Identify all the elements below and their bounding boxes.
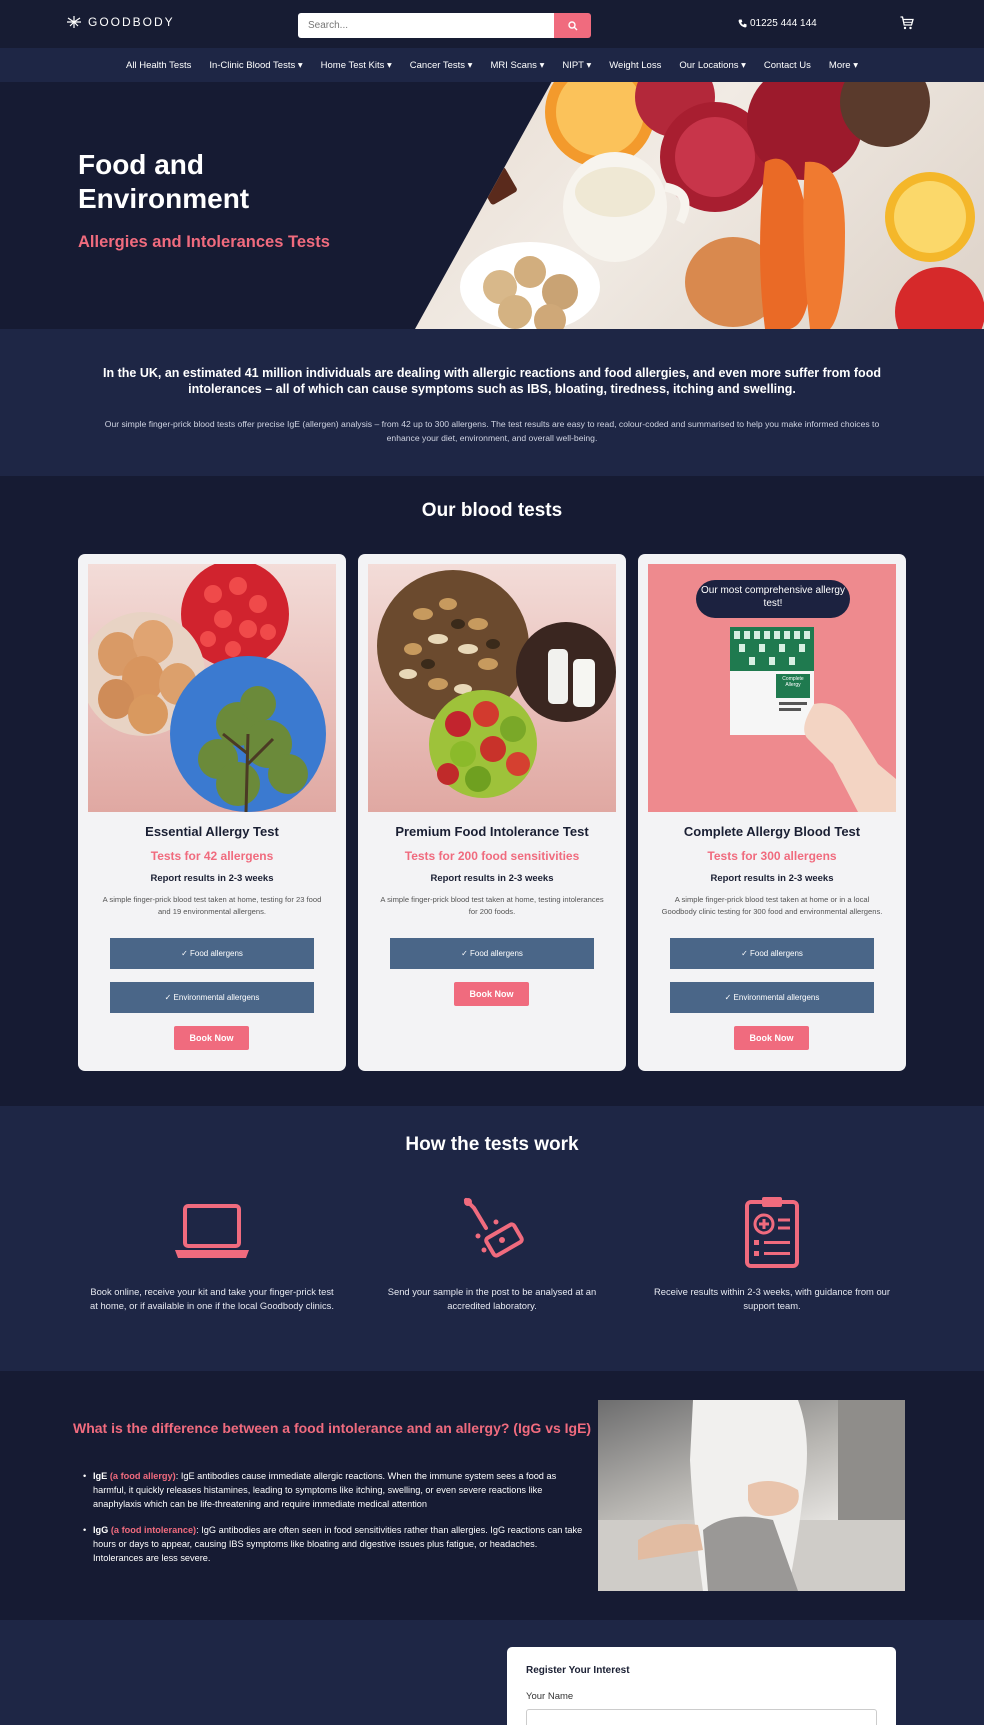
difference-list: IgE (a food allergy): IgE antibodies cau… (83, 1469, 583, 1577)
cart-button[interactable] (900, 16, 914, 35)
how-step-results: Receive results within 2-3 weeks, with g… (647, 1194, 897, 1313)
card-report: Report results in 2-3 weeks (430, 873, 554, 884)
sample-test-icon (464, 1197, 524, 1258)
name-field[interactable] (526, 1709, 877, 1725)
hero-food-image (415, 82, 984, 329)
section-title: How the tests work (405, 1134, 579, 1155)
nav-contact-us[interactable]: Contact Us (755, 60, 820, 71)
book-now-button[interactable]: Book Now (454, 982, 529, 1006)
complete-test-image: Our most comprehensive allergy test! Com… (648, 564, 896, 812)
search-button[interactable] (554, 13, 591, 38)
phone-icon (738, 19, 747, 28)
card-subtitle: Tests for 300 allergens (707, 849, 837, 863)
food-allergens-toggle[interactable]: ✓ Food allergens (670, 938, 874, 969)
card-title: Complete Allergy Blood Test (683, 824, 861, 839)
igg-vs-ige-section: What is the difference between a food in… (0, 1371, 984, 1620)
card-description: A simple finger-prick blood test taken a… (380, 895, 604, 916)
card-description: A simple finger-prick blood test taken a… (102, 895, 322, 916)
name-label: Your Name (526, 1691, 574, 1702)
test-card-complete: Our most comprehensive allergy test! Com… (638, 554, 906, 1071)
nav-cancer-tests[interactable]: Cancer Tests ▾ (401, 60, 482, 71)
book-now-button[interactable]: Book Now (174, 1026, 249, 1050)
how-step-book: Book online, receive your kit and take y… (87, 1194, 337, 1313)
stomach-pain-photo (598, 1400, 905, 1591)
how-step-text: Book online, receive your kit and take y… (90, 1286, 334, 1311)
intro-lead: In the UK, an estimated 41 million indiv… (103, 366, 881, 396)
environmental-allergens-toggle[interactable]: ✓ Environmental allergens (110, 982, 314, 1013)
environmental-allergens-toggle[interactable]: ✓ Environmental allergens (670, 982, 874, 1013)
search-icon (567, 20, 577, 30)
how-step-text: Send your sample in the post to be analy… (387, 1286, 597, 1311)
phone-number: 01225 444 144 (750, 18, 817, 29)
logo-text: GOODBODY (88, 15, 175, 29)
card-description: A simple finger-prick blood test taken a… (661, 895, 883, 916)
register-section: Register Your Interest Your Name (0, 1620, 984, 1725)
test-card-essential: Essential Allergy Test Tests for 42 alle… (78, 554, 346, 1071)
nav-nipt[interactable]: NIPT ▾ (553, 60, 600, 71)
card-title: Premium Food Intolerance Test (395, 824, 589, 839)
how-step-send: Send your sample in the post to be analy… (367, 1194, 617, 1313)
blood-tests-section: Our blood tests Essential Allergy Test T… (0, 476, 984, 1106)
premium-test-image (368, 564, 616, 812)
allergens-collage (88, 564, 326, 812)
card-report: Report results in 2-3 weeks (710, 873, 834, 884)
form-title: Register Your Interest (526, 1665, 630, 1676)
nav-our-locations[interactable]: Our Locations ▾ (670, 60, 755, 71)
card-report: Report results in 2-3 weeks (150, 873, 274, 884)
essential-test-image (88, 564, 336, 812)
food-collage (377, 570, 616, 798)
how-tests-work-section: How the tests work Book online, receive … (0, 1106, 984, 1371)
search-input[interactable] (298, 13, 554, 38)
food-allergens-toggle[interactable]: ✓ Food allergens (110, 938, 314, 969)
card-title: Essential Allergy Test (145, 824, 279, 839)
logo[interactable]: GOODBODY (66, 15, 175, 29)
kit-box-label: Complete Allergy (782, 676, 804, 688)
nav-in-clinic-blood-tests[interactable]: In-Clinic Blood Tests ▾ (200, 60, 311, 71)
nav-mri-scans[interactable]: MRI Scans ▾ (481, 60, 553, 71)
medical-clipboard-icon (745, 1196, 799, 1268)
how-step-text: Receive results within 2-3 weeks, with g… (653, 1286, 891, 1311)
card-subtitle: Tests for 200 food sensitivities (404, 849, 580, 863)
list-item: IgG (a food intolerance): IgG antibodies… (83, 1523, 583, 1565)
food-allergens-toggle[interactable]: ✓ Food allergens (390, 938, 594, 969)
nav-all-health-tests[interactable]: All Health Tests (117, 60, 200, 71)
phone-link[interactable]: 01225 444 144 (738, 18, 817, 29)
laptop-icon (175, 1203, 249, 1258)
list-item: IgE (a food allergy): IgE antibodies cau… (83, 1469, 583, 1511)
search-bar (298, 13, 591, 38)
hero-title: Food and Environment (78, 149, 250, 214)
comprehensive-badge: Our most comprehensive allergy test! (701, 585, 845, 609)
book-now-button[interactable]: Book Now (734, 1026, 809, 1050)
hero-subtitle: Allergies and Intolerances Tests (78, 233, 330, 251)
main-nav: All Health Tests In-Clinic Blood Tests ▾… (0, 48, 984, 82)
register-form: Register Your Interest Your Name (507, 1647, 896, 1725)
intro-section: In the UK, an estimated 41 million indiv… (0, 329, 984, 476)
intro-body: Our simple finger-prick blood tests offe… (104, 419, 880, 443)
nav-weight-loss[interactable]: Weight Loss (600, 60, 670, 71)
difference-title: What is the difference between a food in… (73, 1420, 592, 1436)
cannabis-leaf-icon (67, 16, 81, 28)
nav-home-test-kits[interactable]: Home Test Kits ▾ (312, 60, 401, 71)
nav-more[interactable]: More ▾ (820, 60, 867, 71)
cart-icon (900, 16, 914, 30)
card-subtitle: Tests for 42 allergens (150, 849, 274, 863)
top-bar: GOODBODY 01225 444 144 (0, 0, 984, 48)
food-illustration (460, 82, 984, 329)
hero-banner: Food and Environment Allergies and Intol… (0, 82, 984, 329)
section-title: Our blood tests (421, 500, 563, 521)
test-card-premium: Premium Food Intolerance Test Tests for … (358, 554, 626, 1071)
